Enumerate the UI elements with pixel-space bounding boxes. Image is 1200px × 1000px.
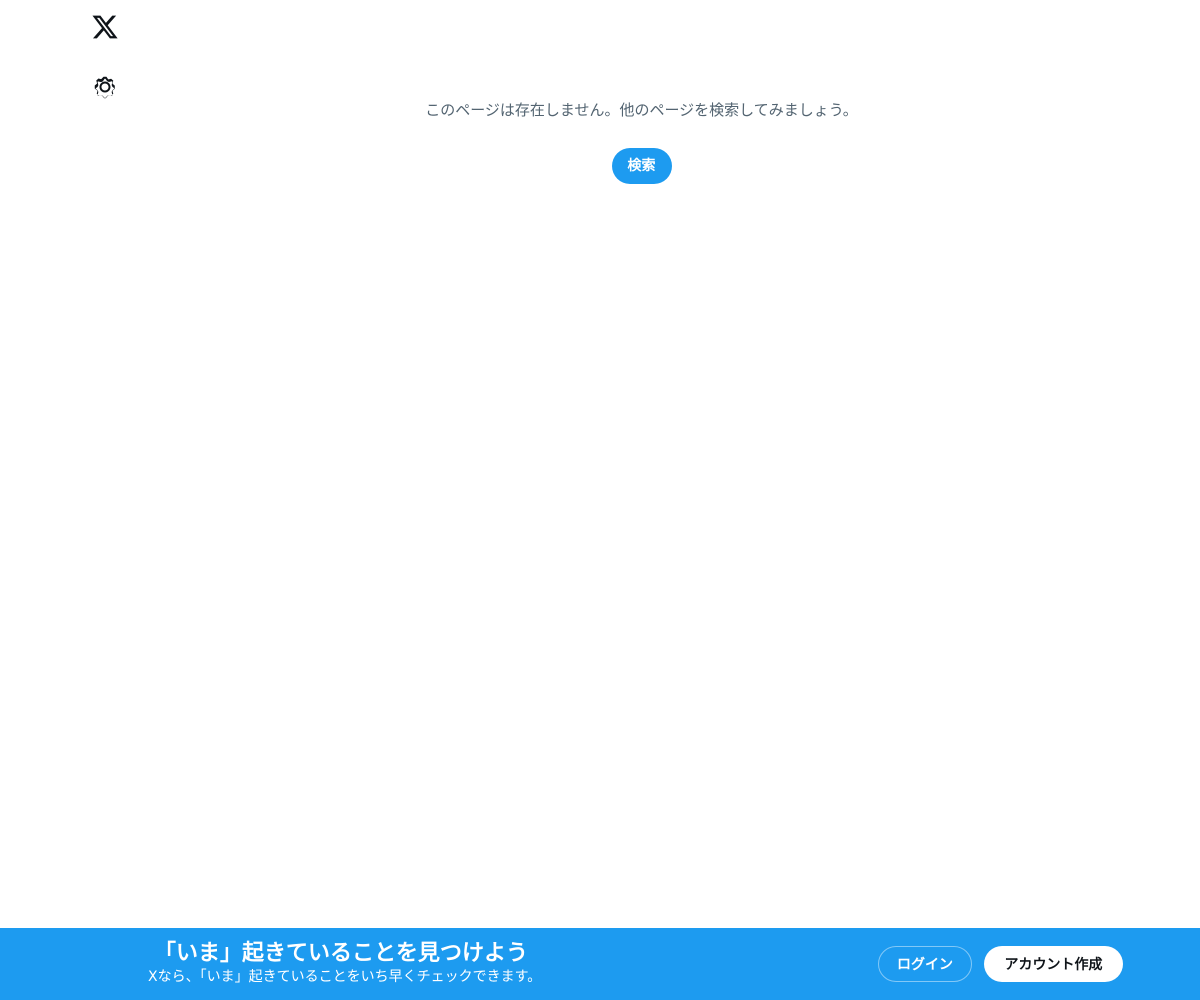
search-button[interactable]: 検索	[611, 148, 672, 184]
page: このページは存在しません。他のページを検索してみましょう。 検索 「いま」起きて…	[0, 0, 1200, 1000]
banner-text: 「いま」起きていることを見つけよう Xなら、「いま」起きていることをいち早くチェ…	[148, 940, 541, 986]
x-logo-icon[interactable]	[84, 6, 126, 48]
banner-subtitle: Xなら、「いま」起きていることをいち早くチェックできます。	[148, 969, 542, 985]
settings-button[interactable]	[84, 66, 126, 108]
gear-icon	[94, 76, 115, 99]
banner-title: 「いま」起きていることを見つけよう	[154, 941, 529, 966]
login-banner: 「いま」起きていることを見つけよう Xなら、「いま」起きていることをいち早くチェ…	[0, 928, 1200, 1000]
login-button[interactable]: ログイン	[878, 946, 972, 982]
signup-button[interactable]: アカウント作成	[984, 946, 1123, 982]
not-found-message: このページは存在しません。他のページを検索してみましょう。	[425, 101, 858, 119]
not-found-content: このページは存在しません。他のページを検索してみましょう。 検索	[340, 96, 943, 184]
x-logo-svg	[92, 15, 118, 39]
